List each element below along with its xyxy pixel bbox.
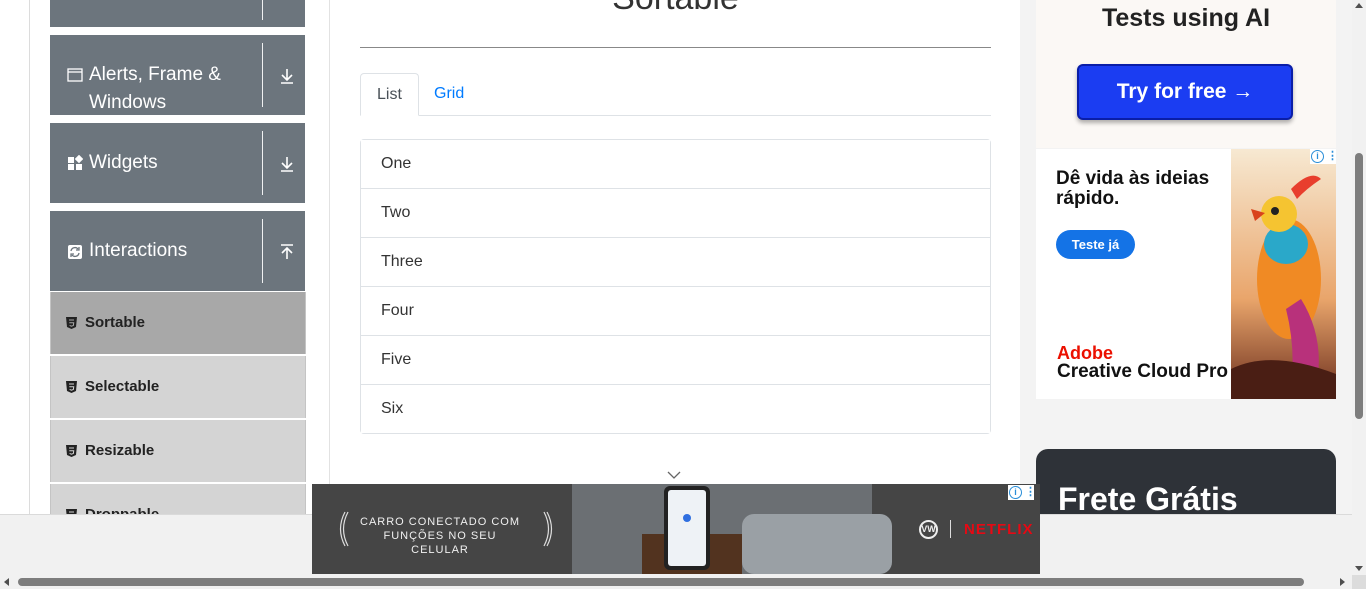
list-item[interactable]: One <box>361 140 990 189</box>
upload-arrow-icon[interactable] <box>278 243 296 261</box>
list-item[interactable]: Six <box>361 385 990 433</box>
ad-headline: Dê vida às ideias rápido. <box>1056 168 1210 209</box>
sidebar-group-label: Alerts, Frame & <box>89 64 221 85</box>
banner-text-line2: FUNÇÕES NO SEU CELULAR <box>383 530 497 556</box>
sidebar-item-label: Resizable <box>85 442 155 459</box>
list-item[interactable]: Three <box>361 238 990 287</box>
scroll-right-arrow-icon[interactable] <box>1340 578 1345 586</box>
ad-banner-bottom[interactable]: CARRO CONECTADO COM FUNÇÕES NO SEU CELUL… <box>312 484 1040 574</box>
widgets-icon <box>68 155 83 170</box>
html5-icon <box>66 317 77 329</box>
sidebar-item-resizable[interactable]: Resizable <box>50 420 306 482</box>
ad-headline: Tests using AI <box>1101 4 1271 32</box>
ad-headline: Frete Grátis <box>1058 481 1238 517</box>
group-divider <box>262 0 263 20</box>
scroll-up-arrow-icon[interactable] <box>1355 3 1363 8</box>
left-border <box>29 0 30 520</box>
sidebar-group-widgets[interactable]: Widgets <box>50 123 305 203</box>
group-divider <box>262 219 263 283</box>
list-item[interactable]: Two <box>361 189 990 238</box>
sidebar-item-selectable[interactable]: Selectable <box>50 356 306 418</box>
ad-adobe[interactable]: Dê vida às ideias rápido. Teste já Adobe… <box>1036 149 1336 399</box>
ad-product: Creative Cloud Pro <box>1057 361 1229 382</box>
tab-grid[interactable]: Grid <box>418 73 480 114</box>
vertical-scroll-thumb[interactable] <box>1355 153 1363 419</box>
sidebar-group-label-line2: Windows <box>89 92 167 113</box>
sidebar-group-label: Widgets <box>89 152 158 173</box>
adobe-logo-text: Adobe <box>1057 343 1113 363</box>
ad-choices-icon[interactable]: i ⋮ <box>1310 149 1336 164</box>
window-icon <box>67 68 83 82</box>
sidebar-item-sortable[interactable]: Sortable <box>50 292 306 354</box>
vertical-scrollbar[interactable] <box>1352 0 1366 575</box>
main-divider <box>329 0 330 520</box>
list-item[interactable]: Five <box>361 336 990 385</box>
title-divider <box>360 47 991 48</box>
ad-tests-ai[interactable]: Tests using AI Try for free → <box>1036 0 1336 148</box>
horizontal-scroll-thumb[interactable] <box>18 578 1304 586</box>
scrollbar-corner <box>1352 575 1366 589</box>
horizontal-scrollbar[interactable] <box>0 575 1352 589</box>
group-divider <box>262 43 263 107</box>
sidebar-group-label: Interactions <box>89 240 188 261</box>
tab-list[interactable]: List <box>360 73 419 116</box>
page: Alerts, Frame & Windows Widgets Interact… <box>0 0 1352 575</box>
page-title: Sortable <box>360 0 991 18</box>
banner-separator <box>950 520 951 538</box>
sidebar-item-label: Selectable <box>85 378 160 395</box>
sidebar-group-alerts[interactable]: Alerts, Frame & Windows <box>50 35 305 115</box>
chevron-down-icon[interactable] <box>667 470 681 480</box>
sidebar-group-previous[interactable] <box>50 0 305 27</box>
sortable-list: One Two Three Four Five Six <box>360 139 991 434</box>
sidebar-group-interactions[interactable]: Interactions <box>50 211 305 291</box>
tab-bar: List Grid <box>360 73 991 116</box>
scroll-left-arrow-icon[interactable] <box>4 578 9 586</box>
list-item[interactable]: Four <box>361 287 990 336</box>
try-for-free-button[interactable]: Try for free → <box>1077 64 1293 120</box>
scroll-down-arrow-icon[interactable] <box>1355 566 1363 571</box>
banner-text-line1: CARRO CONECTADO COM <box>360 516 520 528</box>
download-arrow-icon[interactable] <box>278 67 296 85</box>
group-divider <box>262 131 263 195</box>
sidebar-item-label: Sortable <box>85 314 146 331</box>
ad-choices-icon[interactable]: i ⋮ <box>1008 485 1036 500</box>
netflix-logo-text: NETFLIX <box>964 521 1034 538</box>
vw-logo-icon: VW <box>919 520 938 539</box>
bird-artwork-image <box>1231 149 1336 399</box>
html5-icon <box>66 445 77 457</box>
html5-icon <box>66 381 77 393</box>
download-arrow-icon[interactable] <box>278 155 296 173</box>
interactions-icon <box>68 245 82 259</box>
banner-text: CARRO CONECTADO COM FUNÇÕES NO SEU CELUL… <box>360 515 520 557</box>
teste-ja-button[interactable]: Teste já <box>1056 230 1135 259</box>
